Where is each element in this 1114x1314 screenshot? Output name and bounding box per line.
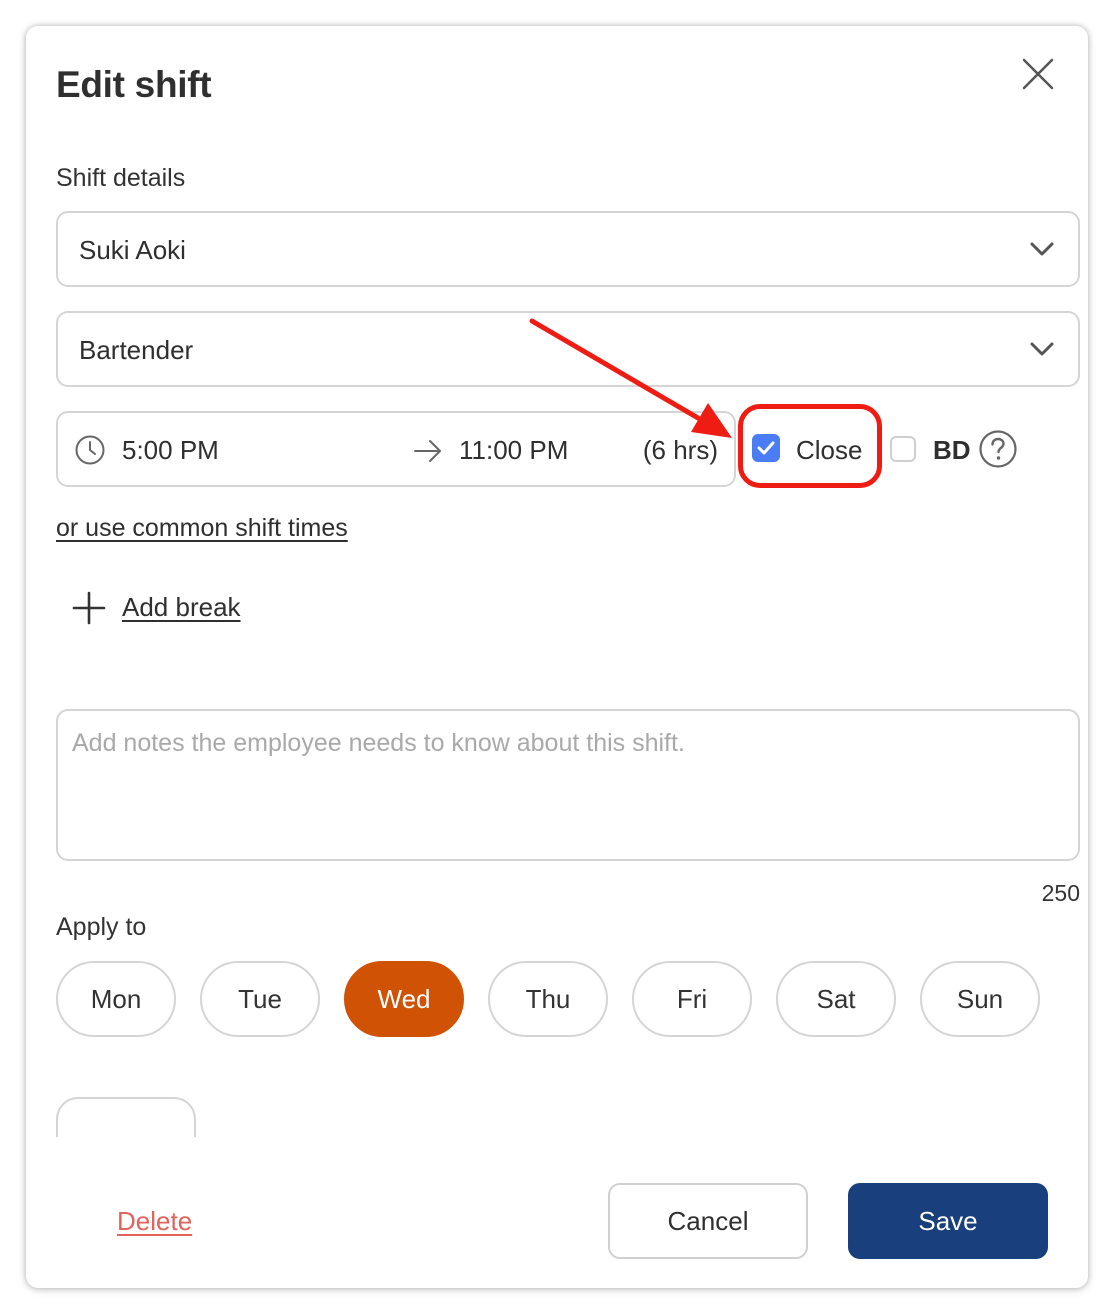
day-toggle-sun[interactable]: Sun — [920, 961, 1040, 1037]
role-select[interactable]: Bartender — [56, 311, 1080, 387]
chevron-down-icon — [1030, 342, 1054, 356]
employee-select[interactable]: Suki Aoki — [56, 211, 1080, 287]
close-checkbox[interactable] — [752, 434, 780, 462]
checkmark-icon — [757, 441, 775, 455]
day-toggle-wed[interactable]: Wed — [344, 961, 464, 1037]
close-checkbox-label[interactable]: Close — [796, 435, 862, 466]
chevron-down-icon — [1030, 242, 1054, 256]
partial-pill-button[interactable] — [56, 1097, 196, 1137]
clock-icon — [75, 435, 105, 465]
bd-checkbox[interactable] — [890, 436, 916, 462]
add-break-link[interactable]: Add break — [122, 592, 241, 623]
role-select-value: Bartender — [79, 335, 194, 365]
close-x-icon[interactable] — [1020, 56, 1056, 92]
day-toggle-thu[interactable]: Thu — [488, 961, 608, 1037]
delete-shift-link[interactable]: Delete — [117, 1206, 192, 1237]
help-question-icon[interactable] — [978, 429, 1018, 469]
employee-select-value: Suki Aoki — [79, 235, 186, 265]
shift-details-label: Shift details — [56, 164, 186, 192]
modal-title: Edit shift — [56, 64, 212, 105]
plus-icon[interactable] — [72, 591, 106, 625]
save-button[interactable]: Save — [848, 1183, 1048, 1259]
end-time-input[interactable]: 11:00 PM — [459, 435, 568, 466]
day-toggle-fri[interactable]: Fri — [632, 961, 752, 1037]
day-toggle-tue[interactable]: Tue — [200, 961, 320, 1037]
common-shift-times-link[interactable]: or use common shift times — [56, 514, 348, 543]
day-toggle-sat[interactable]: Sat — [776, 961, 896, 1037]
shift-notes-input[interactable] — [56, 709, 1080, 861]
bd-checkbox-label[interactable]: BD — [933, 435, 971, 466]
shift-time-range: 5:00 PM 11:00 PM (6 hrs) — [56, 411, 736, 487]
day-toggle-mon[interactable]: Mon — [56, 961, 176, 1037]
notes-char-count: 250 — [1041, 880, 1080, 906]
arrow-right-icon — [414, 440, 441, 462]
shift-duration: (6 hrs) — [642, 435, 718, 465]
apply-to-label: Apply to — [56, 913, 147, 941]
edit-shift-modal: Edit shift Shift details Suki Aoki Barte… — [26, 26, 1088, 1288]
start-time-input[interactable]: 5:00 PM — [122, 435, 219, 466]
cancel-button[interactable]: Cancel — [608, 1183, 808, 1259]
